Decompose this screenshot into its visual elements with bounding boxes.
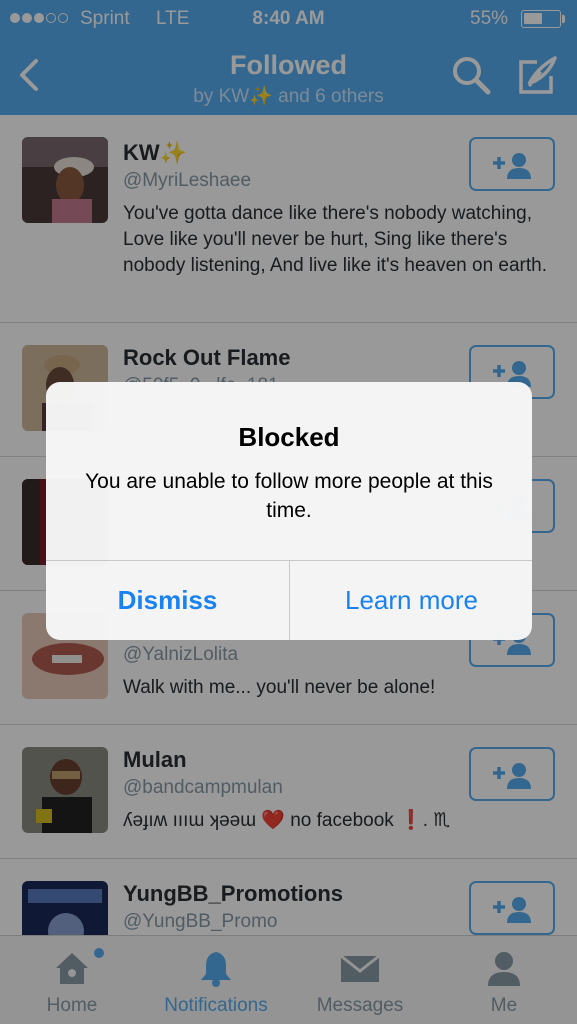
- dismiss-button[interactable]: Dismiss: [46, 561, 289, 640]
- blocked-alert-dialog: Blocked You are unable to follow more pe…: [46, 382, 532, 640]
- learn-more-button[interactable]: Learn more: [290, 561, 532, 640]
- alert-title: Blocked: [238, 422, 340, 452]
- alert-message: You are unable to follow more people at …: [85, 470, 493, 522]
